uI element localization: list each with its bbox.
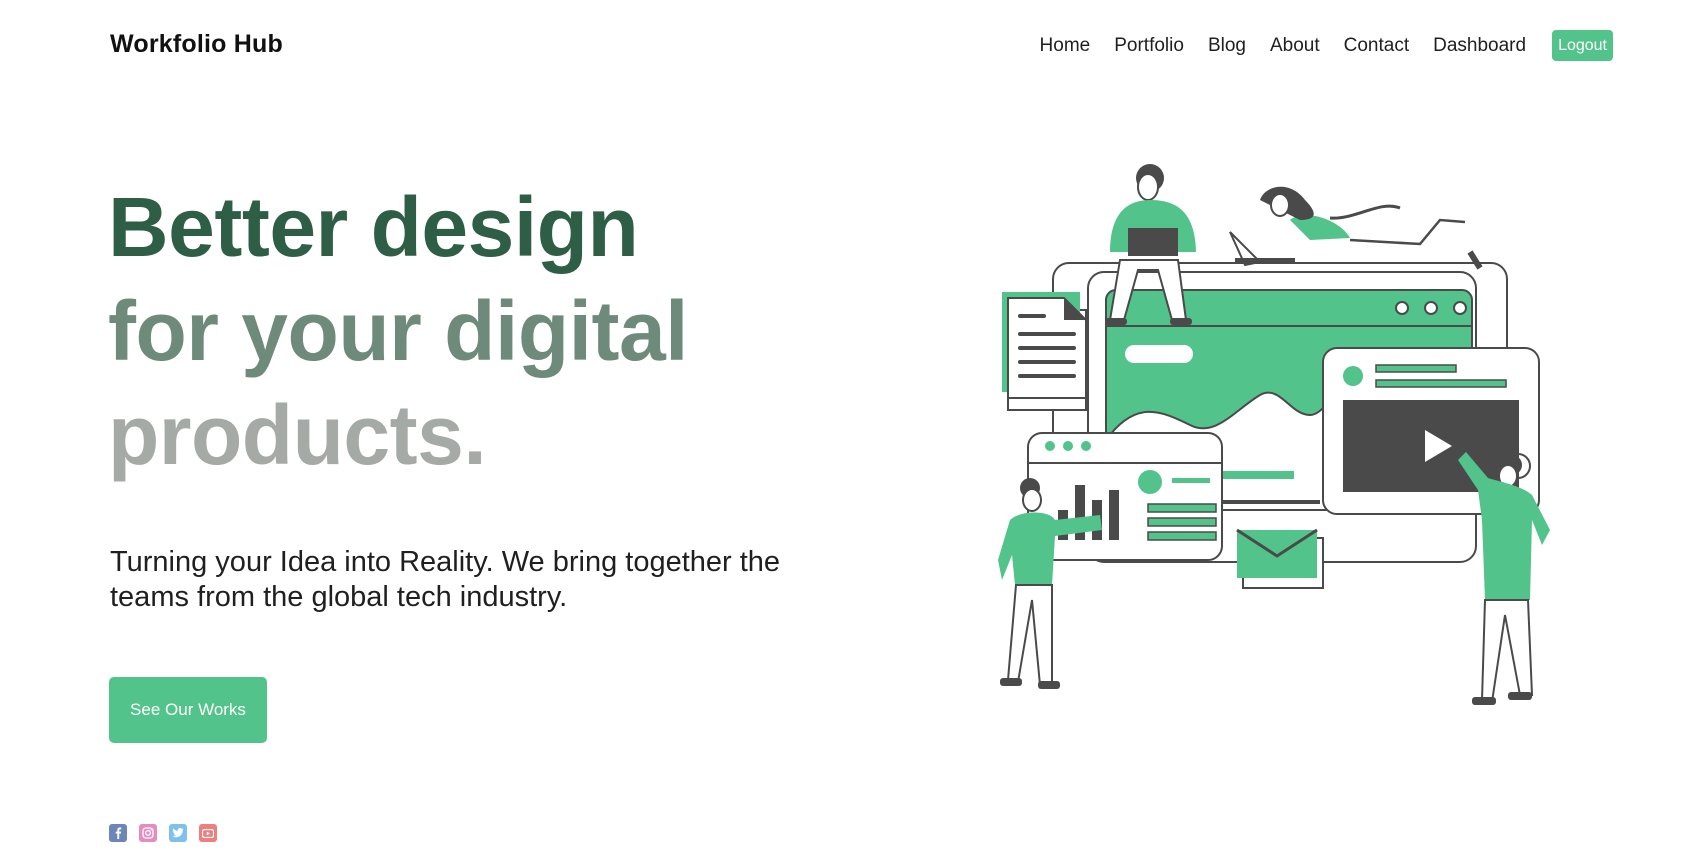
nav-about[interactable]: About [1270, 35, 1320, 57]
hero-title-line-2: for your digital [108, 284, 689, 378]
hero-illustration [998, 164, 1550, 705]
hero-title-line-3: products. [108, 388, 487, 482]
laptop [1128, 228, 1178, 256]
twitter-icon[interactable] [169, 824, 187, 842]
main-nav: Home Portfolio Blog About Contact Dashbo… [1040, 30, 1613, 61]
hero-title: Better design for your digital products. [108, 175, 689, 487]
nav-blog[interactable]: Blog [1208, 35, 1246, 57]
facebook-icon[interactable] [109, 824, 127, 842]
social-links [109, 824, 217, 842]
chart-window [1027, 432, 1223, 561]
instagram-icon[interactable] [139, 824, 157, 842]
nav-dashboard[interactable]: Dashboard [1433, 35, 1526, 57]
logout-button[interactable]: Logout [1552, 30, 1613, 61]
hero-title-line-1: Better design [108, 180, 639, 274]
nav-contact[interactable]: Contact [1344, 35, 1409, 57]
youtube-icon[interactable] [199, 824, 217, 842]
nav-home[interactable]: Home [1040, 35, 1091, 57]
brand-logo[interactable]: Workfolio Hub [110, 30, 283, 59]
site-header: Workfolio Hub Home Portfolio Blog About … [0, 0, 1689, 90]
hero-subtitle: Turning your Idea into Reality. We bring… [110, 546, 781, 613]
nav-portfolio[interactable]: Portfolio [1114, 35, 1184, 57]
see-our-works-button[interactable]: See Our Works [109, 677, 267, 743]
